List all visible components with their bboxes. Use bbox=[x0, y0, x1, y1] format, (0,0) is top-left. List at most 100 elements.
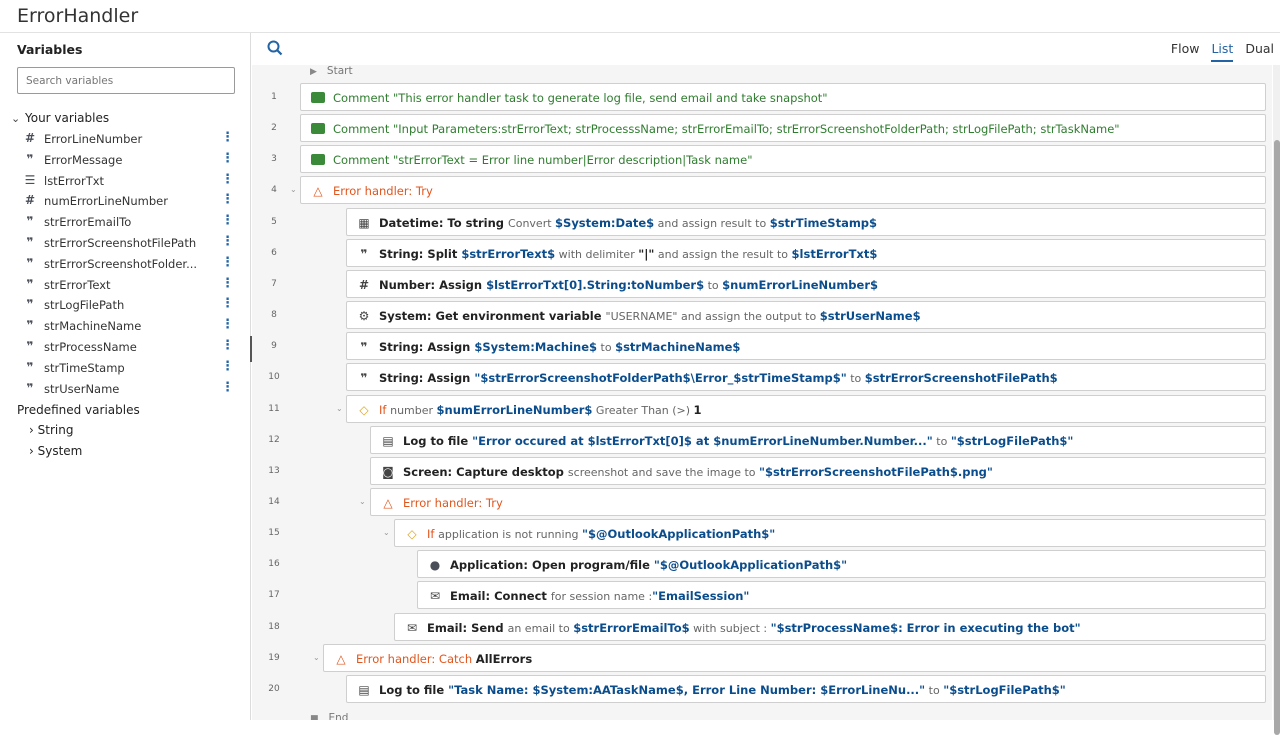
more-options-icon[interactable]: ⋮ bbox=[221, 317, 234, 332]
action-row[interactable]: ❞ String: Split $strErrorText$ with delim… bbox=[346, 238, 1266, 267]
action-row[interactable]: ● Application: Open program/file "$@Outlo… bbox=[417, 550, 1266, 579]
string-icon: ❞ bbox=[26, 214, 34, 229]
collapse-toggle-icon[interactable]: ⌄ bbox=[359, 497, 366, 506]
action-text-part: String: Assign bbox=[379, 340, 475, 355]
action-row[interactable]: △ Error handler: Try bbox=[370, 487, 1266, 516]
action-text-part: Datetime: To string bbox=[379, 215, 509, 230]
more-options-icon[interactable]: ⋮ bbox=[221, 338, 234, 353]
variable-item[interactable]: # ErrorLineNumber ⋮ bbox=[22, 129, 240, 149]
variable-item[interactable]: ☰ lstErrorTxt ⋮ bbox=[22, 171, 240, 191]
action-text-part: Greater Than (>) bbox=[592, 403, 694, 417]
search-variables-input[interactable] bbox=[17, 67, 235, 94]
variable-item[interactable]: ❞ strErrorText ⋮ bbox=[22, 275, 240, 295]
your-variables-group[interactable]: ⌄ Your variables bbox=[11, 111, 109, 125]
action-row[interactable]: # Number: Assign $lstErrorTxt[0].String:t… bbox=[346, 269, 1266, 298]
variable-item[interactable]: ❞ strErrorEmailTo ⋮ bbox=[22, 212, 240, 232]
calendar-icon: ▦ bbox=[358, 215, 370, 230]
action-row[interactable]: ◙ Screen: Capture desktop screenshot and … bbox=[370, 456, 1266, 485]
string-icon: ❞ bbox=[360, 340, 368, 355]
action-row[interactable]: ▤ Log to file "Task Name: $System:AATaskN… bbox=[346, 674, 1266, 703]
vertical-scrollbar[interactable] bbox=[1273, 65, 1280, 735]
title-bar: ErrorHandler bbox=[0, 0, 1280, 33]
action-text: Log to file "Error occured at $lstErrorT… bbox=[403, 434, 1073, 448]
action-text-part: with subject : bbox=[689, 621, 771, 635]
list-icon: ☰ bbox=[24, 172, 36, 187]
action-row[interactable]: ◇ If application is not running "$@Outloo… bbox=[394, 519, 1266, 548]
action-row[interactable]: ✉ Email: Send an email to $strErrorEmailT… bbox=[394, 612, 1266, 641]
more-options-icon[interactable]: ⋮ bbox=[221, 276, 234, 291]
action-text-part: "strErrorText = Error line number|Error … bbox=[393, 153, 753, 168]
more-options-icon[interactable]: ⋮ bbox=[221, 172, 234, 187]
variable-item[interactable]: ❞ ErrorMessage ⋮ bbox=[22, 150, 240, 170]
action-text-part: to bbox=[704, 278, 723, 292]
line-number: 12 bbox=[268, 434, 280, 445]
collapse-toggle-icon[interactable]: ⌄ bbox=[290, 185, 297, 194]
variable-item[interactable]: ❞ strProcessName ⋮ bbox=[22, 337, 240, 357]
collapse-toggle-icon[interactable]: ⌄ bbox=[383, 528, 390, 537]
collapse-toggle-icon[interactable]: ⌄ bbox=[336, 404, 343, 413]
predefined-group-string[interactable]: › String bbox=[29, 423, 73, 437]
action-row[interactable]: ◇ If number $numErrorLineNumber$ Greater … bbox=[346, 394, 1266, 423]
action-row[interactable]: ▤ Log to file "Error occured at $lstError… bbox=[370, 425, 1266, 454]
action-text-part: "$strErrorScreenshotFilePath$.png" bbox=[759, 464, 993, 479]
action-row[interactable]: Comment "This error handler task to gene… bbox=[300, 83, 1266, 111]
action-text-part: $strUserName$ bbox=[819, 309, 921, 324]
action-row[interactable]: Comment "Input Parameters:strErrorText; … bbox=[300, 114, 1266, 143]
email-icon: ✉ bbox=[429, 589, 441, 604]
more-options-icon[interactable]: ⋮ bbox=[221, 296, 234, 311]
more-options-icon[interactable]: ⋮ bbox=[221, 192, 234, 207]
variable-name: strErrorScreenshotFolder... bbox=[44, 256, 198, 271]
action-row[interactable]: Comment "strErrorText = Error line numbe… bbox=[300, 145, 1266, 174]
line-number: 17 bbox=[268, 590, 280, 601]
variable-item[interactable]: ❞ strErrorScreenshotFilePath ⋮ bbox=[22, 233, 240, 253]
line-number: 16 bbox=[268, 559, 280, 570]
predefined-group-label: String bbox=[37, 423, 74, 437]
log-file-icon: ▤ bbox=[382, 433, 394, 448]
action-text: Screen: Capture desktop screenshot and s… bbox=[403, 465, 993, 479]
collapse-toggle-icon[interactable]: ⌄ bbox=[313, 653, 320, 662]
line-number: 19 bbox=[268, 652, 280, 663]
error-handler-icon: △ bbox=[336, 651, 346, 666]
search-icon[interactable] bbox=[266, 39, 284, 57]
action-row[interactable]: ❞ String: Assign $System:Machine$ to $str… bbox=[346, 332, 1266, 361]
string-icon: ❞ bbox=[26, 276, 34, 291]
action-text: Comment "Input Parameters:strErrorText; … bbox=[333, 122, 1120, 136]
view-tab-flow[interactable]: Flow bbox=[1171, 41, 1200, 56]
scrollbar-thumb[interactable] bbox=[1274, 140, 1280, 735]
action-text-part: Log to file bbox=[379, 682, 449, 697]
predefined-group-system[interactable]: › System bbox=[29, 444, 82, 458]
more-options-icon[interactable]: ⋮ bbox=[221, 359, 234, 374]
view-tab-dual[interactable]: Dual bbox=[1245, 41, 1274, 56]
variable-item[interactable]: ❞ strErrorScreenshotFolder... ⋮ bbox=[22, 254, 240, 274]
predefined-variables-label[interactable]: Predefined variables bbox=[17, 403, 140, 417]
action-text: String: Split $strErrorText$ with delimi… bbox=[379, 247, 877, 261]
more-options-icon[interactable]: ⋮ bbox=[221, 213, 234, 228]
variable-item[interactable]: ❞ strLogFilePath ⋮ bbox=[22, 295, 240, 315]
action-row[interactable]: ❞ String: Assign "$strErrorScreenshotFold… bbox=[346, 363, 1266, 392]
log-file-icon: ▤ bbox=[358, 682, 370, 697]
variable-item[interactable]: # numErrorLineNumber ⋮ bbox=[22, 191, 240, 211]
variable-item[interactable]: ❞ strTimeStamp ⋮ bbox=[22, 358, 240, 378]
action-row[interactable]: △ Error handler: Catch AllErrors bbox=[323, 643, 1266, 672]
more-options-icon[interactable]: ⋮ bbox=[221, 255, 234, 270]
view-tab-list[interactable]: List bbox=[1211, 41, 1234, 62]
action-row[interactable]: △ Error handler: Try bbox=[300, 176, 1266, 205]
line-number: 18 bbox=[268, 621, 280, 632]
action-row[interactable]: ✉ Email: Connect for session name :"Email… bbox=[417, 581, 1266, 610]
more-options-icon[interactable]: ⋮ bbox=[221, 130, 234, 145]
action-text-part: Email: Send bbox=[427, 620, 508, 635]
action-text-part: String: Split bbox=[379, 246, 462, 261]
action-row[interactable]: ⚙ System: Get environment variable "USERN… bbox=[346, 301, 1266, 330]
more-options-icon[interactable]: ⋮ bbox=[221, 234, 234, 249]
variable-item[interactable]: ❞ strMachineName ⋮ bbox=[22, 316, 240, 336]
action-text-part: an email to bbox=[507, 621, 574, 635]
action-text-part: Screen: Capture desktop bbox=[403, 464, 568, 479]
action-text: String: Assign $System:Machine$ to $strM… bbox=[379, 340, 740, 354]
more-options-icon[interactable]: ⋮ bbox=[221, 151, 234, 166]
variable-item[interactable]: ❞ strUserName ⋮ bbox=[22, 379, 240, 399]
action-text: System: Get environment variable "USERNA… bbox=[379, 309, 921, 323]
line-number: 4 bbox=[271, 185, 277, 196]
action-row[interactable]: ▦ Datetime: To string Convert $System:Dat… bbox=[346, 207, 1266, 236]
action-text-part: with delimiter bbox=[555, 247, 639, 261]
more-options-icon[interactable]: ⋮ bbox=[221, 380, 234, 395]
